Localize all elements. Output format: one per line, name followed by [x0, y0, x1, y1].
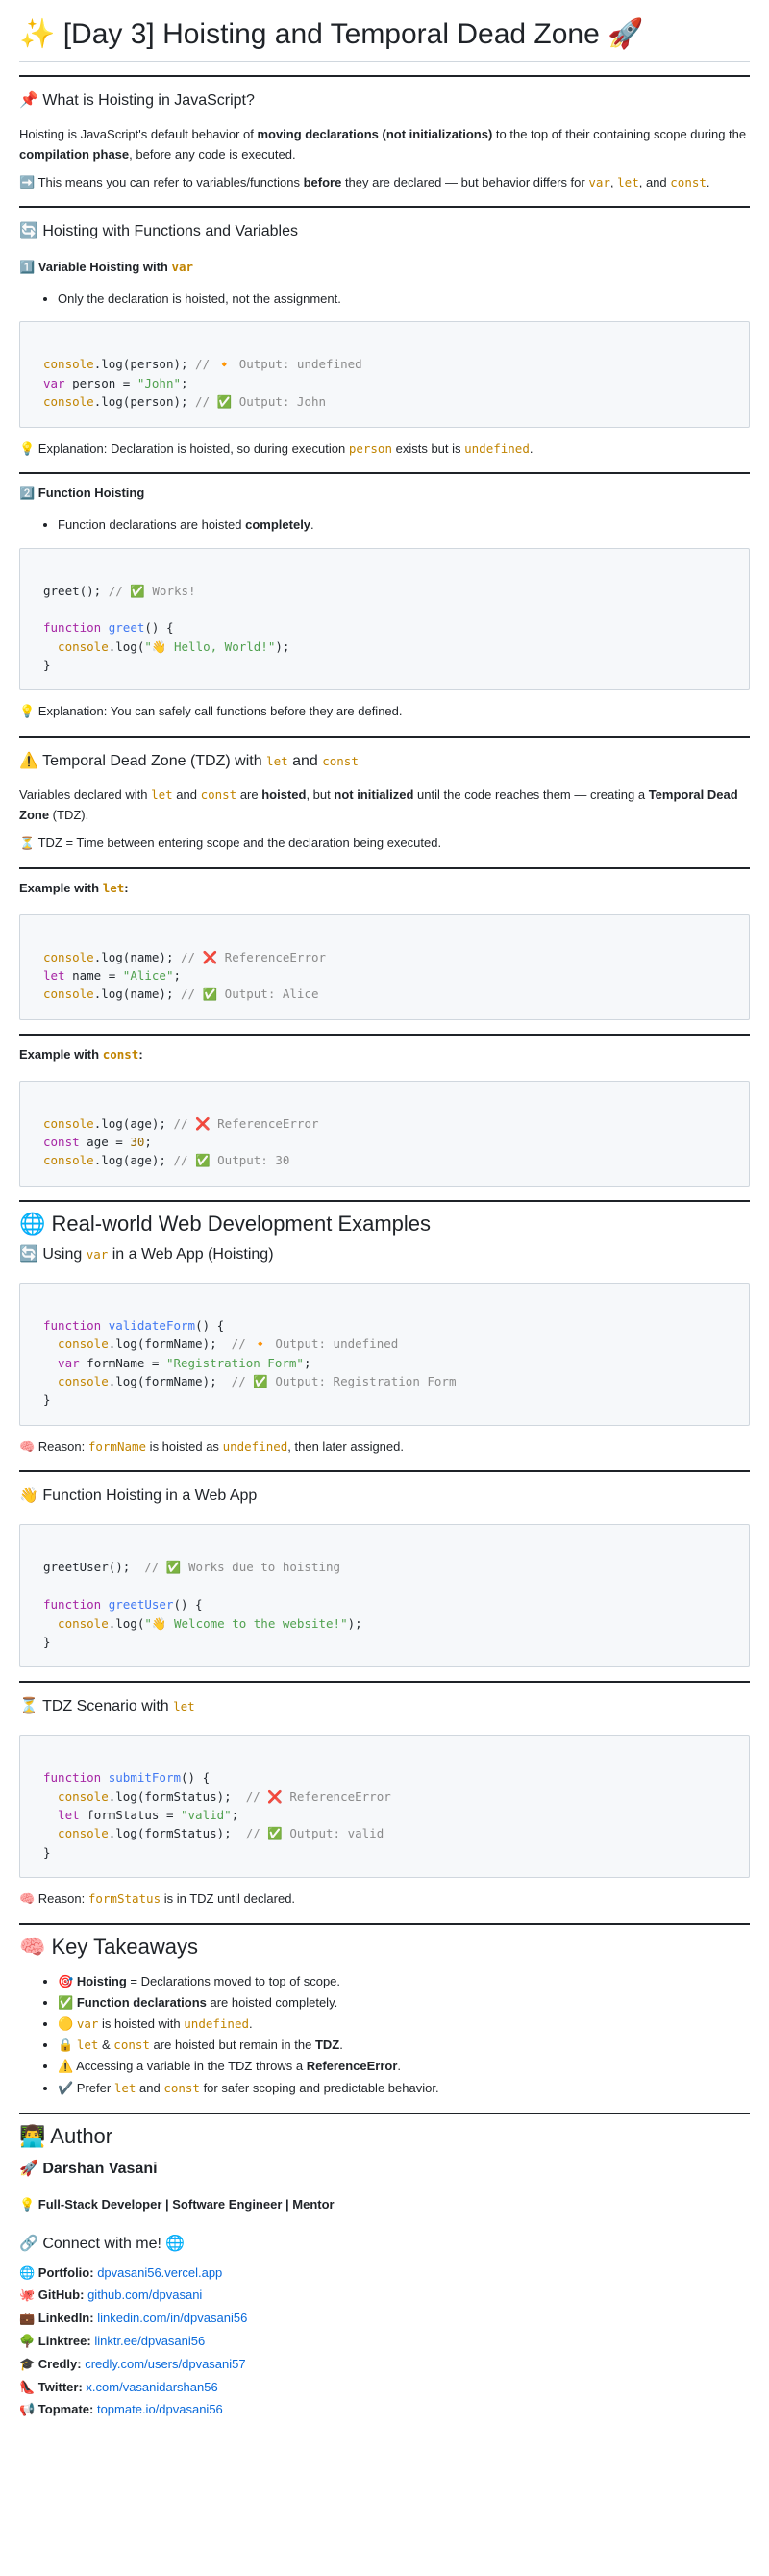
subheading-tdz-scenario: ⏳ TDZ Scenario with let	[19, 1698, 195, 1715]
section-heading-author: 👨‍💻 Author	[19, 2123, 113, 2148]
subheading-example-const: Example with const:	[19, 1046, 143, 1062]
reason-form-name: 🧠 Reason: formName is hoisted as undefin…	[19, 1438, 404, 1454]
code-block-validate-form: function validateForm() { console.log(fo…	[19, 1282, 750, 1426]
twitter-link[interactable]: x.com/vasanidarshan56	[86, 2380, 217, 2394]
link-linktree: 🌳 Linktree: linktr.ee/dpvasani56	[19, 2333, 206, 2348]
code-block-let: console.log(name); // ❌ ReferenceError l…	[19, 913, 750, 1020]
list-item: ✔️ Prefer let and const for safer scopin…	[58, 2078, 750, 2099]
link-portfolio: 🌐 Portfolio: dpvasani56.vercel.app	[19, 2264, 223, 2280]
list-item: ✅ Function declarations are hoisted comp…	[58, 1992, 750, 2013]
tdz-note: ⏳ TDZ = Time between entering scope and …	[19, 835, 442, 850]
links-list: 🌐 Portfolio: dpvasani56.vercel.app 🐙 Git…	[19, 2263, 750, 2421]
linktree-link[interactable]: linktr.ee/dpvasani56	[94, 2334, 205, 2348]
takeaways-list: 🎯 Hoisting = Declarations moved to top o…	[19, 1971, 750, 2099]
link-credly: 🎓 Credly: credly.com/users/dpvasani57	[19, 2356, 246, 2371]
bullet-list: Only the declaration is hoisted, not the…	[19, 288, 750, 310]
list-item: ⚠️ Accessing a variable in the TDZ throw…	[58, 2056, 750, 2077]
github-link[interactable]: github.com/dpvasani	[87, 2288, 202, 2302]
link-linkedin: 💼 LinkedIn: linkedin.com/in/dpvasani56	[19, 2311, 248, 2326]
reason-form-status: 🧠 Reason: formStatus is in TDZ until dec…	[19, 1891, 296, 1907]
list-item: 🟡 var is hoisted with undefined.	[58, 2013, 750, 2035]
subheading-var-web-app: 🔄 Using var in a Web App (Hoisting)	[19, 1245, 274, 1263]
connect-heading: 🔗 Connect with me! 🌐	[19, 2235, 186, 2252]
section-heading-hoisting: 📌 What is Hoisting in JavaScript?	[19, 92, 255, 109]
credly-link[interactable]: credly.com/users/dpvasani57	[85, 2357, 245, 2371]
section-heading-tdz: ⚠️ Temporal Dead Zone (TDZ) with let and…	[19, 753, 359, 770]
code-block-submit-form: function submitForm() { console.log(form…	[19, 1735, 750, 1879]
subheading-example-let: Example with let:	[19, 880, 129, 895]
topmate-link[interactable]: topmate.io/dpvasani56	[97, 2402, 223, 2416]
explanation-function: 💡 Explanation: You can safely call funct…	[19, 704, 403, 719]
list-item: 🔒 let & const are hoisted but remain in …	[58, 2035, 750, 2056]
author-name: 🚀 Darshan Vasani	[19, 2160, 158, 2177]
page-title: ✨ [Day 3] Hoisting and Temporal Dead Zon…	[19, 17, 750, 62]
link-topmate: 📢 Topmate: topmate.io/dpvasani56	[19, 2402, 223, 2417]
explanation-var: 💡 Explanation: Declaration is hoisted, s…	[19, 440, 533, 456]
code-block-const: console.log(age); // ❌ ReferenceError co…	[19, 1080, 750, 1187]
code-block-greet-user: greetUser(); // ✅ Works due to hoisting …	[19, 1524, 750, 1668]
list-item: 🎯 Hoisting = Declarations moved to top o…	[58, 1971, 750, 1992]
section-heading-takeaways: 🧠 Key Takeaways	[19, 1935, 198, 1960]
author-role: 💡 Full-Stack Developer | Software Engine…	[19, 2196, 335, 2212]
portfolio-link[interactable]: dpvasani56.vercel.app	[97, 2265, 222, 2280]
link-github: 🐙 GitHub: github.com/dpvasani	[19, 2288, 203, 2303]
subheading-function-hoisting: 2️⃣ Function Hoisting	[19, 486, 145, 501]
list-item: Only the declaration is hoisted, not the…	[58, 288, 750, 310]
section-heading-real-world: 🌐 Real-world Web Development Examples	[19, 1211, 432, 1236]
linkedin-link[interactable]: linkedin.com/in/dpvasani56	[97, 2311, 247, 2325]
subheading-variable-hoisting: 1️⃣ Variable Hoisting with var	[19, 260, 194, 275]
page: ✨ [Day 3] Hoisting and Temporal Dead Zon…	[0, 0, 769, 2442]
code-block-var: console.log(person); // 🔸 Output: undefi…	[19, 321, 750, 428]
list-item: Function declarations are hoisted comple…	[58, 514, 750, 536]
tdz-definition: Variables declared with let and const ar…	[19, 788, 738, 822]
subheading-function-web-app: 👋 Function Hoisting in a Web App	[19, 1488, 258, 1505]
hoisting-definition: Hoisting is JavaScript's default behavio…	[19, 127, 747, 162]
link-twitter: 👠 Twitter: x.com/vasanidarshan56	[19, 2379, 218, 2394]
bullet-list: Function declarations are hoisted comple…	[19, 514, 750, 536]
code-block-function: greet(); // ✅ Works! function greet() { …	[19, 547, 750, 691]
hoisting-note: ➡️ This means you can refer to variables…	[19, 174, 710, 189]
section-heading-functions-variables: 🔄 Hoisting with Functions and Variables	[19, 223, 298, 240]
